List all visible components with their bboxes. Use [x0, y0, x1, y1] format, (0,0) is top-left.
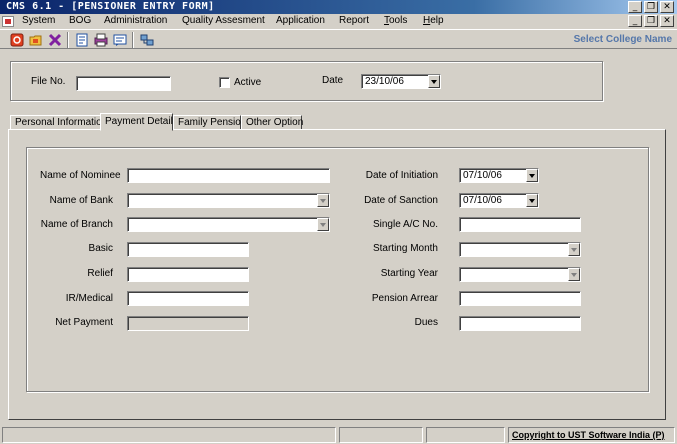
single-ac-no-label: Single A/C No. — [372, 219, 438, 230]
name-of-branch-label: Name of Branch — [40, 219, 113, 230]
net-payment-label: Net Payment — [55, 317, 113, 328]
network-icon[interactable] — [139, 32, 155, 48]
single-ac-no-input[interactable] — [459, 217, 581, 232]
date-of-initiation-value: 07/10/06 — [463, 170, 502, 181]
pension-arrear-input[interactable] — [459, 291, 581, 306]
ir-medical-input[interactable] — [127, 291, 249, 306]
status-pane-2 — [339, 427, 423, 443]
tab-family-pension[interactable]: Family Pension — [173, 115, 246, 130]
name-of-branch-select[interactable] — [127, 217, 330, 232]
menu-application[interactable]: Application — [276, 15, 325, 26]
delete-icon[interactable] — [47, 32, 63, 48]
status-bar: Copyright to UST Software India (P) — [0, 426, 677, 444]
header-panel: File No. Active Date 23/10/06 — [10, 61, 603, 101]
power-icon[interactable] — [9, 32, 25, 48]
status-pane-3 — [426, 427, 505, 443]
toolbar-separator — [67, 32, 69, 48]
name-of-nominee-label: Name of Nominee — [40, 170, 121, 181]
chevron-down-icon[interactable] — [317, 194, 329, 207]
chevron-down-icon[interactable] — [428, 75, 440, 88]
copyright-text: Copyright to UST Software India (P) — [512, 430, 665, 440]
date-of-initiation-label: Date of Initiation — [365, 170, 438, 181]
child-window-icon[interactable] — [2, 16, 14, 27]
menu-administration[interactable]: Administration — [104, 15, 167, 26]
name-of-bank-label: Name of Bank — [49, 195, 113, 206]
menu-bog[interactable]: BOG — [69, 15, 91, 26]
date-of-initiation-picker[interactable]: 07/10/06 — [459, 168, 539, 183]
open-folder-icon[interactable] — [28, 32, 44, 48]
starting-month-label: Starting Month — [372, 243, 438, 254]
child-minimize-button[interactable]: _ — [628, 15, 642, 27]
file-no-label: File No. — [31, 76, 66, 87]
toolbar-separator — [132, 32, 134, 48]
chevron-down-icon[interactable] — [568, 243, 580, 256]
starting-year-select[interactable] — [459, 267, 581, 282]
chevron-down-icon[interactable] — [526, 169, 538, 182]
pension-arrear-label: Pension Arrear — [371, 293, 438, 304]
relief-label: Relief — [87, 268, 113, 279]
basic-input[interactable] — [127, 242, 249, 257]
tab-personal-information[interactable]: Personal Information — [10, 115, 107, 130]
select-college-name-link[interactable]: Select College Name — [574, 34, 672, 45]
ir-medical-label: IR/Medical — [65, 293, 113, 304]
new-document-icon[interactable] — [74, 32, 90, 48]
starting-month-select[interactable] — [459, 242, 581, 257]
net-payment-input — [127, 316, 249, 331]
menu-system[interactable]: System — [22, 15, 55, 26]
date-picker[interactable]: 23/10/06 — [361, 74, 441, 89]
status-pane-1 — [2, 427, 336, 443]
date-value: 23/10/06 — [365, 76, 404, 87]
menu-report[interactable]: Report — [339, 15, 369, 26]
relief-input[interactable] — [127, 267, 249, 282]
active-checkbox[interactable] — [219, 77, 230, 88]
tab-payment-detail[interactable]: Payment Detail — [100, 113, 173, 131]
active-label: Active — [234, 77, 262, 88]
starting-year-label: Starting Year — [380, 268, 438, 279]
date-of-sanction-label: Date of Sanction — [364, 195, 438, 206]
child-restore-button[interactable]: ❐ — [644, 15, 658, 27]
date-of-sanction-value: 07/10/06 — [463, 195, 502, 206]
date-of-sanction-picker[interactable]: 07/10/06 — [459, 193, 539, 208]
chevron-down-icon[interactable] — [317, 218, 329, 231]
date-label: Date — [322, 75, 344, 86]
minimize-button[interactable]: _ — [628, 1, 642, 13]
print-preview-icon[interactable] — [93, 32, 109, 48]
toolbar: Select College Name — [0, 29, 677, 49]
window-controls: _ ❐ ✕ — [628, 1, 674, 13]
chevron-down-icon[interactable] — [526, 194, 538, 207]
tab-other-option[interactable]: Other Option — [241, 115, 303, 130]
child-window-controls: _ ❐ ✕ — [628, 15, 674, 27]
child-close-button[interactable]: ✕ — [660, 15, 674, 27]
file-no-input[interactable] — [76, 76, 171, 91]
name-of-bank-select[interactable] — [127, 193, 330, 208]
menu-bar: System BOG Administration Quality Assesm… — [0, 14, 677, 29]
title-bar: CMS 6.1 - [PENSIONER ENTRY FORM] _ ❐ ✕ — [0, 0, 677, 14]
restore-button[interactable]: ❐ — [644, 1, 658, 13]
payment-detail-page: Name of Nominee Name of Bank Name of Bra… — [8, 129, 666, 420]
dues-label: Dues — [414, 317, 438, 328]
menu-help[interactable]: Help — [423, 15, 444, 26]
dues-input[interactable] — [459, 316, 581, 331]
window-title: CMS 6.1 - [PENSIONER ENTRY FORM] — [6, 1, 215, 12]
status-pane-copyright: Copyright to UST Software India (P) — [508, 427, 675, 443]
chevron-down-icon[interactable] — [568, 268, 580, 281]
menu-tools[interactable]: Tools — [384, 15, 407, 26]
name-of-nominee-input[interactable] — [127, 168, 330, 183]
close-button[interactable]: ✕ — [660, 1, 674, 13]
payment-detail-panel: Name of Nominee Name of Bank Name of Bra… — [26, 147, 649, 392]
menu-quality-assesment[interactable]: Quality Assesment — [182, 15, 265, 26]
report-icon[interactable] — [112, 32, 128, 48]
basic-label: Basic — [88, 243, 113, 254]
